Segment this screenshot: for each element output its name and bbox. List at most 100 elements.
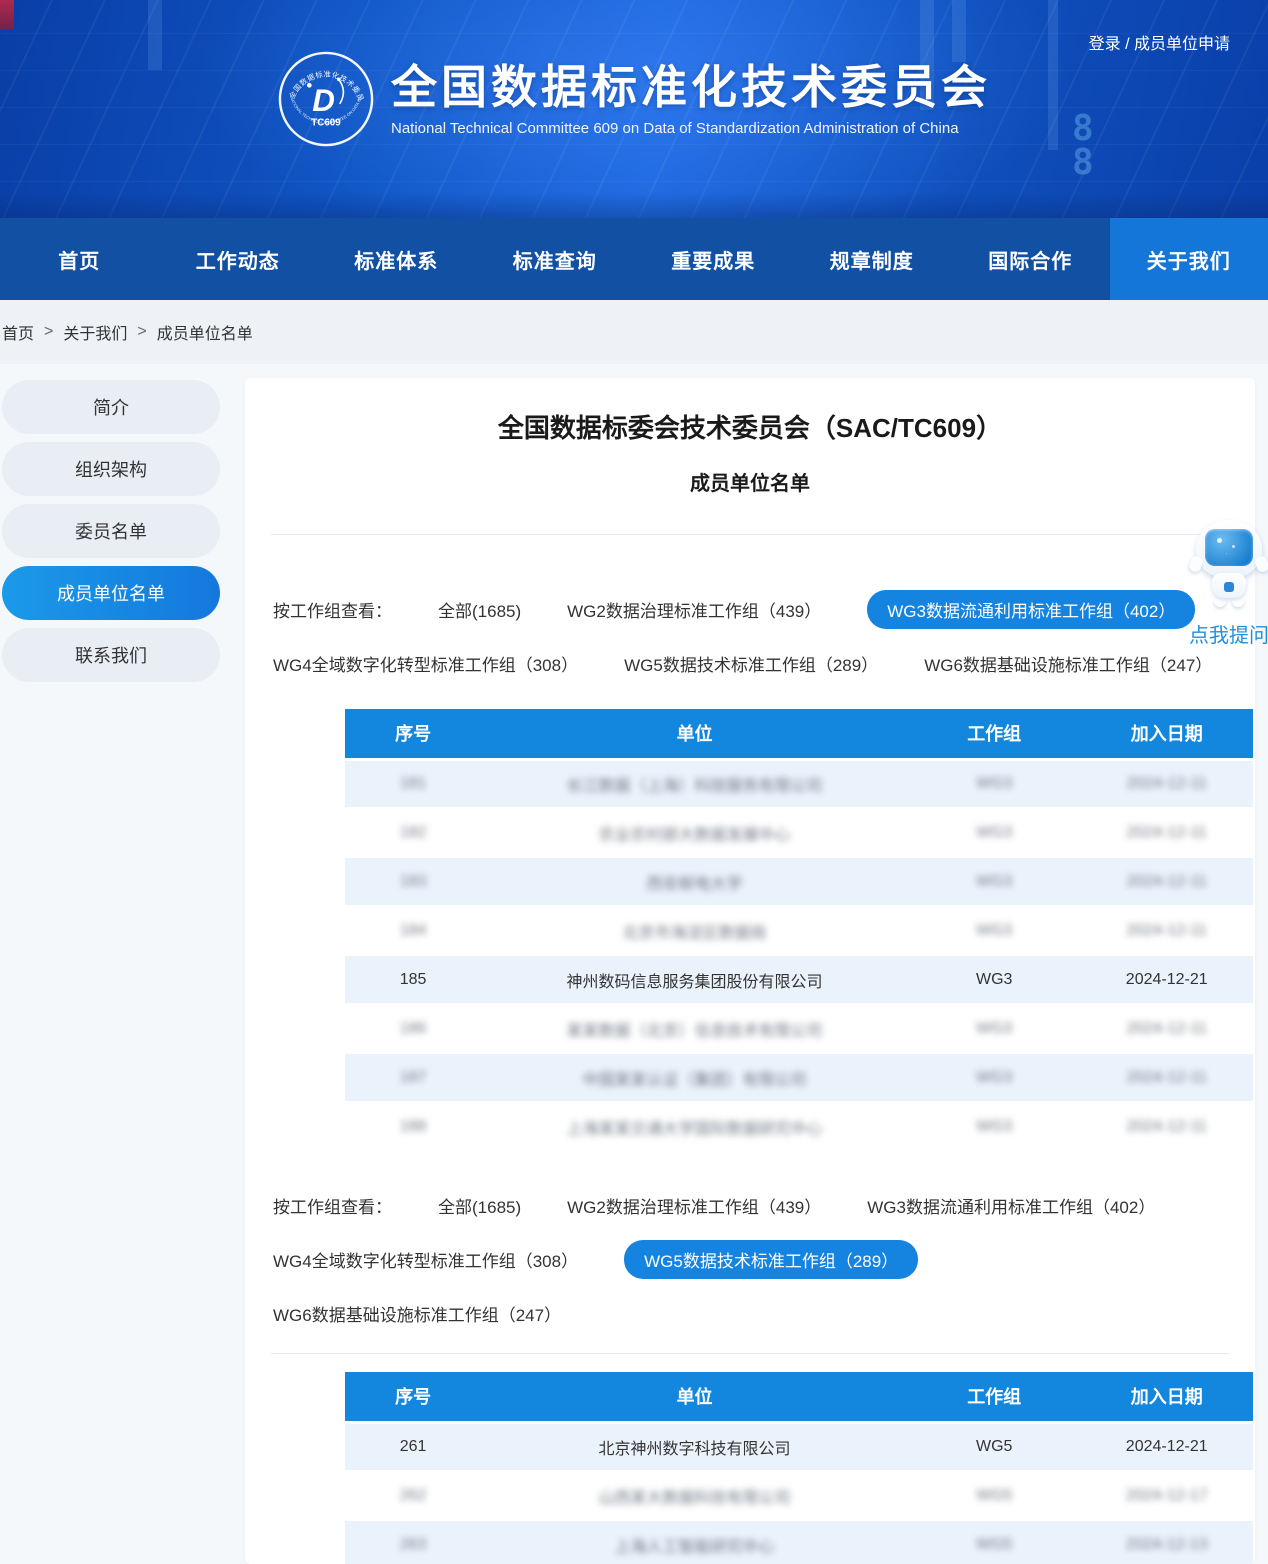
filter-item[interactable]: WG6数据基础设施标准工作组（247） [924, 644, 1212, 683]
filter-item[interactable]: 全部(1685) [438, 590, 521, 629]
cell-unit: 北京市海淀区数据局 [481, 906, 908, 955]
cell-unit: 神州数码信息服务集团股份有限公司 [481, 955, 908, 1004]
site-title: 全国数据标准化技术委员会 [391, 61, 991, 114]
nav-item[interactable]: 关于我们 [1110, 218, 1268, 300]
cell-seq: 188 [345, 1102, 481, 1151]
cell-date: 2024-12-21 [1080, 1422, 1253, 1471]
sidebar-item[interactable]: 简介 [2, 380, 220, 434]
nav-item[interactable]: 首页 [0, 218, 159, 300]
robot-mascot-icon [1196, 520, 1262, 578]
cell-unit: 山西某大数据科技有限公司 [481, 1471, 908, 1520]
column-header: 工作组 [908, 709, 1081, 759]
nav-item[interactable]: 国际合作 [951, 218, 1110, 300]
cell-date: 2024-12-11 [1080, 857, 1253, 906]
cell-unit: 北京神州数字科技有限公司 [481, 1422, 908, 1471]
cell-seq: 187 [345, 1053, 481, 1102]
cell-date: 2024-12-21 [1080, 955, 1253, 1004]
filter-item[interactable]: WG3数据流通利用标准工作组（402） [867, 590, 1195, 629]
nav-item[interactable]: 规章制度 [793, 218, 952, 300]
svg-text:D: D [312, 83, 335, 118]
cell-group: WG3 [908, 955, 1081, 1004]
column-header: 序号 [345, 709, 481, 759]
login-apply-link[interactable]: 登录 / 成员单位申请 [1089, 30, 1230, 54]
cell-unit: 某某数据（北京）信息技术有限公司 [481, 1004, 908, 1053]
banner-deco-digit: 8 [1072, 142, 1094, 183]
cell-unit: 长江数据（上海）科技服务有限公司 [481, 759, 908, 808]
header-banner: 8 8 登录 / 成员单位申请 全国数据标准化技术委员会 NATIONAL TE… [0, 0, 1268, 218]
divider [271, 1353, 1229, 1354]
tc609-logo-icon: 全国数据标准化技术委员会 NATIONAL TECHNICAL COMMITTE… [277, 50, 375, 148]
cell-unit: 上海人工智能研究中心 [481, 1520, 908, 1564]
breadcrumb-item[interactable]: 成员单位名单 [157, 320, 253, 344]
banner-corner-decoration [0, 0, 14, 30]
cell-seq: 186 [345, 1004, 481, 1053]
site-title-en: National Technical Committee 609 on Data… [391, 120, 991, 137]
breadcrumb-separator: > [137, 323, 146, 341]
member-table-wrap: 序号单位工作组加入日期181长江数据（上海）科技服务有限公司WG32024-12… [345, 709, 1253, 1152]
chat-assistant-widget[interactable]: 点我提问 [1184, 520, 1268, 648]
cell-group: WG3 [908, 1102, 1081, 1151]
cell-date: 2024-12-11 [1080, 1053, 1253, 1102]
cell-seq: 261 [345, 1422, 481, 1471]
cell-group: WG3 [908, 857, 1081, 906]
filter-section: 按工作组查看： 全部(1685) WG2数据治理标准工作组（439） WG3数据流通利… [273, 590, 1233, 683]
column-header: 工作组 [908, 1372, 1081, 1422]
sidebar: 简介组织架构委员名单成员单位名单联系我们 [0, 380, 220, 690]
filter-item[interactable]: WG5数据技术标准工作组（289） [624, 644, 878, 683]
cell-date: 2024-12-11 [1080, 906, 1253, 955]
content-card: 全国数据标委会技术委员会（SAC/TC609） 成员单位名单 按工作组查看：全部… [245, 378, 1255, 1564]
divider [271, 534, 1229, 535]
cell-unit: 西安邮电大学 [481, 857, 908, 906]
main-nav: 首页工作动态标准体系标准查询重要成果规章制度国际合作关于我们 [0, 218, 1268, 300]
cell-date: 2024-12-11 [1080, 1102, 1253, 1151]
sidebar-item[interactable]: 委员名单 [2, 504, 220, 558]
member-table: 序号单位工作组加入日期181长江数据（上海）科技服务有限公司WG32024-12… [345, 709, 1253, 1152]
filter-item[interactable]: WG2数据治理标准工作组（439） [567, 590, 821, 629]
column-header: 单位 [481, 1372, 908, 1422]
cell-seq: 183 [345, 857, 481, 906]
table-row: 184北京市海淀区数据局WG32024-12-11 [345, 906, 1253, 955]
filter-item[interactable]: 全部(1685) [438, 1186, 521, 1225]
cell-date: 2024-12-17 [1080, 1471, 1253, 1520]
filter-item[interactable]: WG3数据流通利用标准工作组（402） [867, 1186, 1155, 1225]
nav-item[interactable]: 标准体系 [317, 218, 476, 300]
table-row: 182农业农村部大数据发展中心WG32024-12-11 [345, 808, 1253, 857]
cell-group: WG3 [908, 808, 1081, 857]
filter-section: 按工作组查看：全部(1685)WG2数据治理标准工作组（439）WG3数据流通利… [273, 1186, 1233, 1333]
cell-seq: 263 [345, 1520, 481, 1564]
cell-date: 2024-12-11 [1080, 808, 1253, 857]
column-header: 加入日期 [1080, 709, 1253, 759]
cell-group: WG5 [908, 1422, 1081, 1471]
filter-label: 按工作组查看： [273, 597, 392, 622]
cell-group: WG3 [908, 759, 1081, 808]
sidebar-item[interactable]: 成员单位名单 [2, 566, 220, 620]
table-row: 262山西某大数据科技有限公司WG52024-12-17 [345, 1471, 1253, 1520]
table-row: 183西安邮电大学WG32024-12-11 [345, 857, 1253, 906]
filter-item[interactable]: WG6数据基础设施标准工作组（247） [273, 1294, 561, 1333]
filter-item[interactable]: WG2数据治理标准工作组（439） [567, 1186, 821, 1225]
column-header: 序号 [345, 1372, 481, 1422]
robot-legs [1214, 599, 1244, 607]
nav-item[interactable]: 工作动态 [159, 218, 318, 300]
nav-item[interactable]: 重要成果 [634, 218, 793, 300]
sidebar-item[interactable]: 组织架构 [2, 442, 220, 496]
cell-date: 2024-12-11 [1080, 759, 1253, 808]
cell-seq: 262 [345, 1471, 481, 1520]
cell-group: WG3 [908, 1053, 1081, 1102]
table-row: 263上海人工智能研究中心WG52024-12-13 [345, 1520, 1253, 1564]
filter-item[interactable]: WG4全域数字化转型标准工作组（308） [273, 1240, 578, 1279]
brand: 全国数据标准化技术委员会 NATIONAL TECHNICAL COMMITTE… [277, 50, 991, 148]
nav-item[interactable]: 标准查询 [476, 218, 635, 300]
table-row: 186某某数据（北京）信息技术有限公司WG32024-12-11 [345, 1004, 1253, 1053]
filter-item[interactable]: WG4全域数字化转型标准工作组（308） [273, 644, 578, 683]
cell-group: WG5 [908, 1471, 1081, 1520]
filter-item[interactable]: WG5数据技术标准工作组（289） [624, 1240, 918, 1279]
breadcrumb-item[interactable]: 关于我们 [63, 320, 127, 344]
column-header: 单位 [481, 709, 908, 759]
breadcrumb-item[interactable]: 首页 [2, 320, 34, 344]
page-subtitle: 成员单位名单 [245, 467, 1255, 496]
ask-me-label[interactable]: 点我提问 [1184, 619, 1268, 648]
robot-body [1212, 573, 1246, 598]
breadcrumb-separator: > [44, 323, 53, 341]
sidebar-item[interactable]: 联系我们 [2, 628, 220, 682]
